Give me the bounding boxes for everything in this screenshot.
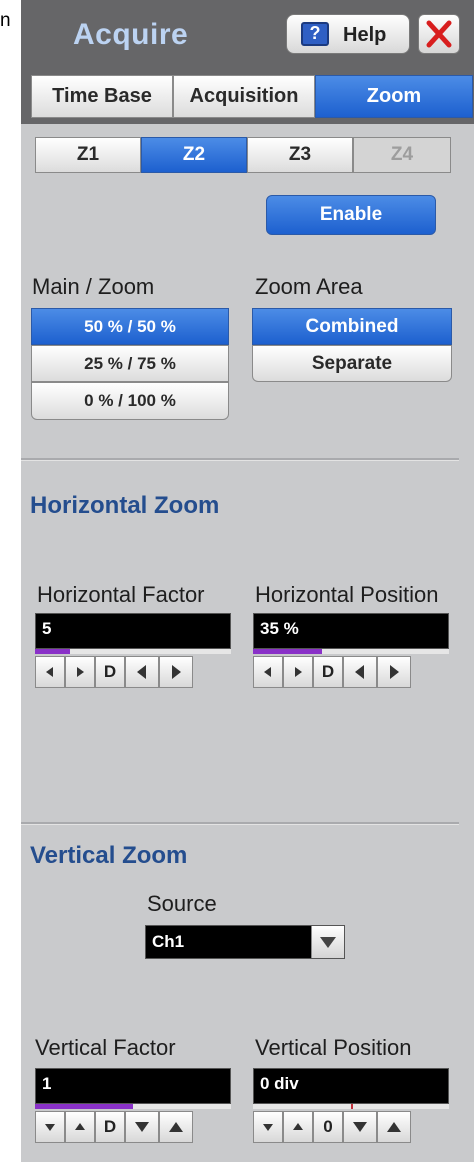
default-button[interactable]: D (313, 656, 343, 688)
coarse-right-button[interactable] (159, 656, 193, 688)
main-zoom-option-50-50[interactable]: 50 % / 50 % (31, 308, 229, 345)
vertical-position-level-marker (351, 1104, 353, 1109)
tab-zoom[interactable]: Zoom (315, 75, 473, 118)
horizontal-position-level-fill (253, 649, 322, 654)
arrow-left-icon (137, 665, 146, 679)
dropdown-arrow-icon (320, 937, 336, 948)
coarse-left-button[interactable] (343, 656, 377, 688)
coarse-up-button[interactable] (377, 1111, 411, 1143)
arrow-down-icon (263, 1124, 273, 1131)
coarse-down-button[interactable] (125, 1111, 159, 1143)
fine-down-button[interactable] (35, 1111, 65, 1143)
coarse-up-button[interactable] (159, 1111, 193, 1143)
main-zoom-option-0-100[interactable]: 0 % / 100 % (31, 382, 229, 420)
zoom-area-option-separate[interactable]: Separate (252, 345, 452, 382)
arrow-up-icon (169, 1122, 183, 1132)
arrow-right-icon (77, 667, 84, 677)
horizontal-factor-label: Horizontal Factor (37, 582, 205, 607)
default-button[interactable]: D (95, 656, 125, 688)
fine-right-button[interactable] (283, 656, 313, 688)
zoom-z4-button[interactable]: Z4 (353, 137, 451, 173)
source-value: Ch1 (152, 932, 185, 951)
coarse-right-button[interactable] (377, 656, 411, 688)
coarse-left-button[interactable] (125, 656, 159, 688)
zoom-area-option-combined[interactable]: Combined (252, 308, 452, 345)
vertical-position-label: Vertical Position (255, 1035, 412, 1060)
vertical-position-controls: 0 (253, 1111, 411, 1143)
arrow-up-icon (293, 1123, 303, 1130)
zero-button[interactable]: 0 (313, 1111, 343, 1143)
coarse-down-button[interactable] (343, 1111, 377, 1143)
arrow-left-icon (264, 667, 271, 677)
fine-right-button[interactable] (65, 656, 95, 688)
vertical-factor-level-fill (35, 1104, 133, 1109)
tab-acquisition[interactable]: Acquisition (173, 75, 315, 118)
source-dropdown-button[interactable] (311, 926, 344, 958)
help-icon: ? (301, 22, 329, 46)
panel-header: Acquire ? Help Time Base Acquisition Zoo… (21, 0, 474, 124)
section-divider (21, 458, 459, 461)
fine-up-button[interactable] (65, 1111, 95, 1143)
source-label: Source (147, 891, 217, 916)
arrow-right-icon (172, 665, 181, 679)
help-label: Help (343, 24, 387, 46)
vertical-factor-field[interactable]: 1 (35, 1068, 231, 1104)
acquire-panel: Acquire ? Help Time Base Acquisition Zoo… (21, 0, 474, 1162)
vertical-factor-label: Vertical Factor (35, 1035, 176, 1060)
main-zoom-label: Main / Zoom (32, 274, 155, 299)
vertical-position-field[interactable]: 0 div (253, 1068, 449, 1104)
cropped-edge-text: n (0, 10, 11, 31)
horizontal-factor-controls: D (35, 656, 193, 688)
horizontal-zoom-title: Horizontal Zoom (30, 492, 220, 519)
zoom-area-label: Zoom Area (255, 274, 363, 299)
close-icon (426, 20, 452, 48)
zoom-z3-button[interactable]: Z3 (247, 137, 353, 173)
vertical-position-level-bar (253, 1104, 449, 1109)
arrow-right-icon (390, 665, 399, 679)
arrow-down-icon (135, 1122, 149, 1132)
section-divider (21, 822, 459, 825)
horizontal-position-label: Horizontal Position (255, 582, 439, 607)
tab-time-base[interactable]: Time Base (31, 75, 173, 118)
arrow-left-icon (355, 665, 364, 679)
arrow-down-icon (353, 1122, 367, 1132)
arrow-down-icon (45, 1124, 55, 1131)
fine-up-button[interactable] (283, 1111, 313, 1143)
fine-left-button[interactable] (35, 656, 65, 688)
horizontal-factor-level-fill (35, 649, 71, 654)
zoom-z1-button[interactable]: Z1 (35, 137, 141, 173)
horizontal-position-level-bar (253, 649, 449, 654)
panel-title: Acquire (73, 18, 189, 51)
tab-bar: Time Base Acquisition Zoom (31, 75, 473, 118)
main-zoom-option-25-75[interactable]: 25 % / 75 % (31, 345, 229, 382)
vertical-factor-controls: D (35, 1111, 193, 1143)
fine-down-button[interactable] (253, 1111, 283, 1143)
horizontal-position-field[interactable]: 35 % (253, 613, 449, 649)
fine-left-button[interactable] (253, 656, 283, 688)
vertical-factor-level-bar (35, 1104, 231, 1109)
horizontal-position-controls: D (253, 656, 411, 688)
source-dropdown[interactable]: Ch1 (145, 925, 345, 959)
help-icon-glyph: ? (309, 23, 321, 43)
default-button[interactable]: D (95, 1111, 125, 1143)
close-button[interactable] (418, 14, 460, 54)
arrow-left-icon (46, 667, 53, 677)
arrow-up-icon (75, 1123, 85, 1130)
enable-button[interactable]: Enable (266, 195, 436, 235)
horizontal-factor-level-bar (35, 649, 231, 654)
help-button[interactable]: ? Help (286, 14, 410, 54)
horizontal-factor-field[interactable]: 5 (35, 613, 231, 649)
arrow-up-icon (387, 1122, 401, 1132)
arrow-right-icon (295, 667, 302, 677)
zoom-z2-button[interactable]: Z2 (141, 137, 247, 173)
vertical-zoom-title: Vertical Zoom (30, 842, 188, 869)
